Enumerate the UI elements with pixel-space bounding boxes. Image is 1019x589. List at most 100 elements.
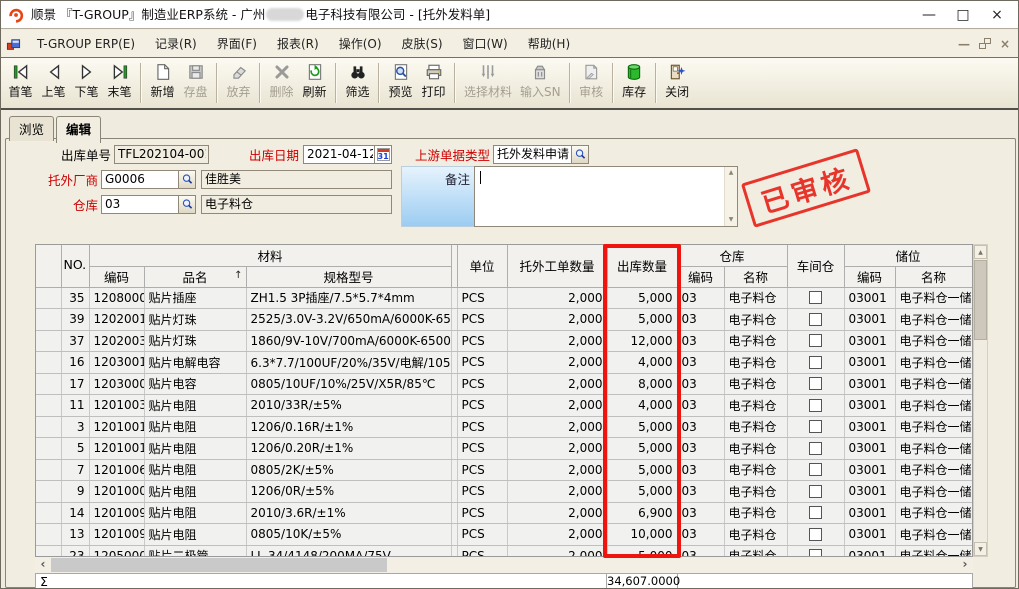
close-button[interactable]: ×	[980, 1, 1014, 29]
scroll-up-icon[interactable]: ▲	[974, 245, 987, 259]
cell-unit[interactable]: PCS	[457, 524, 507, 546]
cell-spec[interactable]: 2010/33R/±5%	[246, 395, 451, 417]
cell-no[interactable]: 11	[61, 395, 89, 417]
grid-horizontal-scrollbar[interactable]: ‹ ›	[35, 557, 973, 573]
col-header-order-qty[interactable]: 托外工单数量	[507, 245, 607, 287]
cell-code[interactable]: 12010010	[89, 416, 144, 438]
cell-workshop[interactable]	[787, 438, 844, 460]
cell-unit[interactable]: PCS	[457, 416, 507, 438]
warehouse-code-field[interactable]: 03	[101, 195, 196, 214]
grid-vertical-scrollbar[interactable]: ▲ ▼	[973, 244, 988, 557]
cell-ind[interactable]	[36, 309, 61, 331]
upstream-type-field[interactable]: 托外发料申请	[493, 145, 589, 164]
col-header-code[interactable]: 编码	[89, 266, 144, 287]
cell-order_qty[interactable]: 2,000	[507, 502, 607, 524]
col-header-loc-name[interactable]: 名称	[895, 266, 972, 287]
cell-wh_code[interactable]: 03	[677, 373, 724, 395]
cell-name[interactable]: 贴片电解电容	[144, 352, 246, 374]
cell-order_qty[interactable]: 2,000	[507, 524, 607, 546]
calendar-button[interactable]: 31	[374, 146, 391, 163]
cell-unit[interactable]: PCS	[457, 287, 507, 309]
workshop-checkbox[interactable]	[809, 442, 822, 455]
col-header-issue-qty[interactable]: 出库数量	[607, 245, 677, 287]
cell-wh_code[interactable]: 03	[677, 287, 724, 309]
col-header-warehouse-group[interactable]: 仓库	[677, 245, 787, 266]
cell-wh_name[interactable]: 电子料仓	[724, 545, 787, 557]
workshop-checkbox[interactable]	[809, 420, 822, 433]
cell-loc_code[interactable]: 03001	[844, 309, 895, 331]
cell-workshop[interactable]	[787, 309, 844, 331]
cell-spec[interactable]: 2010/3.6R/±1%	[246, 502, 451, 524]
cell-workshop[interactable]	[787, 352, 844, 374]
cell-loc_code[interactable]: 03001	[844, 502, 895, 524]
cell-ind[interactable]	[36, 395, 61, 417]
vendor-name-field[interactable]: 佳胜美	[201, 170, 392, 189]
cell-wh_code[interactable]: 03	[677, 481, 724, 503]
cell-unit[interactable]: PCS	[457, 395, 507, 417]
col-header-material-group[interactable]: 材料	[89, 245, 451, 266]
cell-loc_code[interactable]: 03001	[844, 524, 895, 546]
cell-unit[interactable]: PCS	[457, 330, 507, 352]
cell-code[interactable]: 12030004	[89, 373, 144, 395]
cell-order_qty[interactable]: 2,000	[507, 309, 607, 331]
cell-loc_name[interactable]: 电子料仓一储	[895, 395, 972, 417]
maximize-button[interactable]: □	[946, 1, 980, 29]
workshop-checkbox[interactable]	[809, 377, 822, 390]
cell-loc_name[interactable]: 电子料仓一储	[895, 416, 972, 438]
btn-new[interactable]: 新增	[146, 61, 179, 100]
cell-loc_name[interactable]: 电子料仓一储	[895, 459, 972, 481]
cell-wh_name[interactable]: 电子料仓	[724, 459, 787, 481]
cell-order_qty[interactable]: 2,000	[507, 481, 607, 503]
cell-ind[interactable]	[36, 438, 61, 460]
workshop-checkbox[interactable]	[809, 291, 822, 304]
cell-code[interactable]: 12010012	[89, 438, 144, 460]
cell-code[interactable]: 12010063	[89, 459, 144, 481]
cell-order_qty[interactable]: 2,000	[507, 545, 607, 557]
workshop-checkbox[interactable]	[809, 334, 822, 347]
btn-refresh[interactable]: 刷新	[298, 61, 331, 100]
cell-workshop[interactable]	[787, 416, 844, 438]
cell-no[interactable]: 7	[61, 459, 89, 481]
col-header-name[interactable]: 品名↑	[144, 266, 246, 287]
cell-issue_qty[interactable]: 10,000	[607, 524, 677, 546]
cell-code[interactable]: 12010094	[89, 524, 144, 546]
cell-ind[interactable]	[36, 459, 61, 481]
menu-report[interactable]: 报表(R)	[267, 32, 329, 55]
cell-wh_name[interactable]: 电子料仓	[724, 524, 787, 546]
warehouse-lookup-button[interactable]	[178, 196, 195, 213]
tab-browse[interactable]: 浏览	[9, 116, 54, 141]
upstream-lookup-button[interactable]	[571, 146, 588, 163]
cell-workshop[interactable]	[787, 395, 844, 417]
cell-code[interactable]: 12080003	[89, 287, 144, 309]
cell-wh_code[interactable]: 03	[677, 309, 724, 331]
cell-ind[interactable]	[36, 545, 61, 557]
cell-wh_code[interactable]: 03	[677, 330, 724, 352]
cell-loc_code[interactable]: 03001	[844, 481, 895, 503]
cell-ind[interactable]	[36, 502, 61, 524]
cell-workshop[interactable]	[787, 545, 844, 557]
cell-order_qty[interactable]: 2,000	[507, 352, 607, 374]
cell-code[interactable]: 12010095	[89, 502, 144, 524]
cell-workshop[interactable]	[787, 524, 844, 546]
cell-wh_code[interactable]: 03	[677, 524, 724, 546]
menu-operation[interactable]: 操作(O)	[329, 32, 392, 55]
col-header-wh-code[interactable]: 编码	[677, 266, 724, 287]
cell-spec[interactable]: 2525/3.0V-3.2V/650mA/6000K-650...	[246, 309, 451, 331]
btn-first[interactable]: 首笔	[4, 61, 37, 100]
menu-tgroup-erp[interactable]: T-GROUP ERP(E)	[27, 34, 145, 54]
cell-spec[interactable]: 6.3*7.7/100UF/20%/35V/电解/105℃	[246, 352, 451, 374]
cell-code[interactable]: 12030010	[89, 352, 144, 374]
cell-ind[interactable]	[36, 416, 61, 438]
cell-ind[interactable]	[36, 352, 61, 374]
btn-last[interactable]: 末笔	[103, 61, 136, 100]
cell-issue_qty[interactable]: 5,000	[607, 438, 677, 460]
cell-name[interactable]: 贴片电阻	[144, 524, 246, 546]
minimize-button[interactable]: —	[912, 1, 946, 29]
cell-workshop[interactable]	[787, 330, 844, 352]
col-header-loc-code[interactable]: 编码	[844, 266, 895, 287]
cell-order_qty[interactable]: 2,000	[507, 438, 607, 460]
cell-spec[interactable]: LL-34/4148/200MA/75V	[246, 545, 451, 557]
cell-ind[interactable]	[36, 287, 61, 309]
cell-no[interactable]: 16	[61, 352, 89, 374]
menu-record[interactable]: 记录(R)	[145, 32, 207, 55]
